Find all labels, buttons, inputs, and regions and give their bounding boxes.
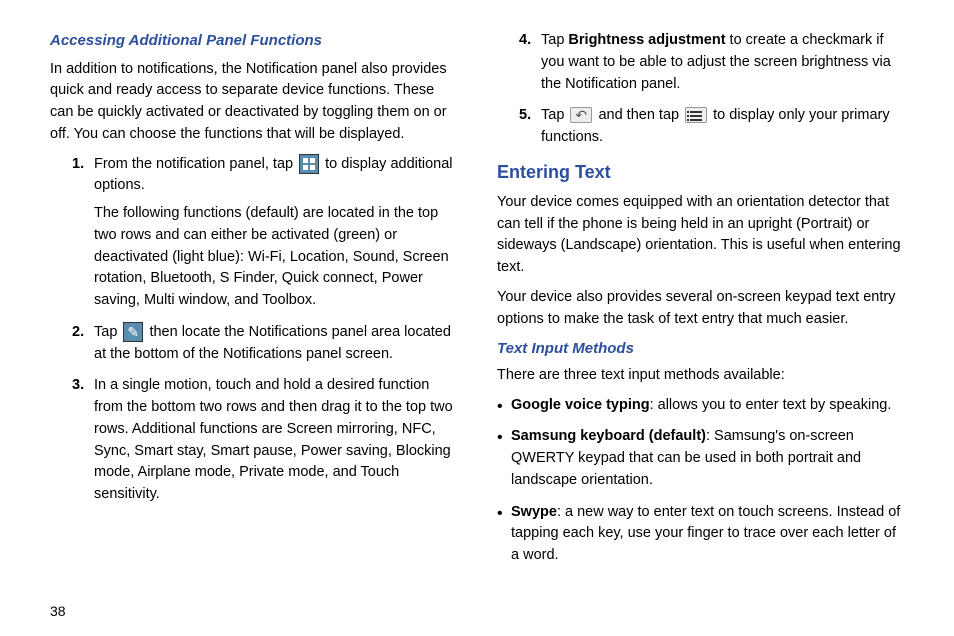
step-number: 2. — [72, 322, 84, 344]
step-text: Tap — [94, 324, 121, 340]
grid-icon — [299, 154, 319, 174]
input-methods-list: Google voice typing: allows you to enter… — [497, 395, 904, 567]
step-number: 4. — [519, 30, 531, 52]
step-number: 1. — [72, 154, 84, 176]
list-item: Samsung keyboard (default): Samsung's on… — [497, 426, 904, 491]
step-4: 4. Tap Brightness adjustment to create a… — [519, 30, 904, 95]
list-item: Swype: a new way to enter text on touch … — [497, 502, 904, 567]
step-2: 2. Tap then locate the Notifications pan… — [72, 322, 457, 366]
step-1: 1. From the notification panel, tap to d… — [72, 154, 457, 312]
step-text: and then tap — [594, 107, 683, 123]
step-text: In a single motion, touch and hold a des… — [94, 377, 453, 502]
steps-list-right: 4. Tap Brightness adjustment to create a… — [497, 30, 904, 149]
step-text: From the notification panel, tap — [94, 156, 297, 172]
paragraph: Your device comes equipped with an orien… — [497, 192, 904, 279]
method-name: Swype — [511, 504, 557, 520]
heading-text-input-methods: Text Input Methods — [497, 338, 904, 361]
manual-page: Accessing Additional Panel Functions In … — [50, 30, 904, 577]
paragraph: There are three text input methods avail… — [497, 365, 904, 387]
right-column: 4. Tap Brightness adjustment to create a… — [497, 30, 904, 577]
brightness-label: Brightness adjustment — [568, 32, 725, 48]
step-3: 3. In a single motion, touch and hold a … — [72, 375, 457, 506]
step-text: Tap — [541, 32, 568, 48]
method-name: Samsung keyboard (default) — [511, 428, 706, 444]
pencil-icon — [123, 322, 143, 342]
left-column: Accessing Additional Panel Functions In … — [50, 30, 457, 577]
steps-list-left: 1. From the notification panel, tap to d… — [50, 154, 457, 506]
step-number: 3. — [72, 375, 84, 397]
method-name: Google voice typing — [511, 397, 650, 413]
page-number: 38 — [50, 601, 904, 622]
step-number: 5. — [519, 105, 531, 127]
back-icon — [570, 107, 592, 123]
heading-accessing-panel: Accessing Additional Panel Functions — [50, 30, 457, 53]
step-detail: The following functions (default) are lo… — [94, 203, 457, 312]
step-text: Tap — [541, 107, 568, 123]
step-text: then locate the Notifications panel area… — [94, 324, 451, 362]
paragraph: Your device also provides several on-scr… — [497, 287, 904, 331]
heading-entering-text: Entering Text — [497, 159, 904, 186]
intro-paragraph: In addition to notifications, the Notifi… — [50, 59, 457, 146]
method-desc: : allows you to enter text by speaking. — [650, 397, 892, 413]
list-item: Google voice typing: allows you to enter… — [497, 395, 904, 417]
step-5: 5. Tap and then tap to display only your… — [519, 105, 904, 149]
menu-icon — [685, 107, 707, 123]
method-desc: : a new way to enter text on touch scree… — [511, 504, 900, 564]
